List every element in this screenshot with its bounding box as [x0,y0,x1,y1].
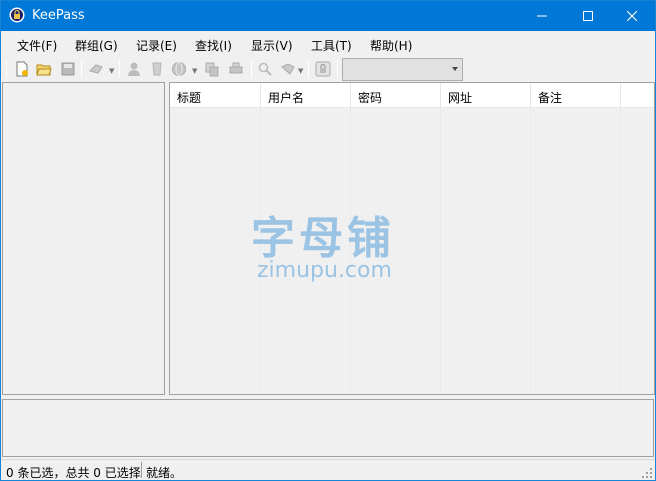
toolbar-grip [6,60,7,78]
add-entry-dropdown-icon[interactable]: ▼ [109,67,114,75]
toolbar-separator [337,60,338,78]
menu-tools[interactable]: 工具(T) [311,37,352,54]
column-header-title[interactable]: 标题 [170,83,261,108]
menu-find[interactable]: 查找(I) [195,37,232,54]
entry-list-pane[interactable]: 标题 用户名 密码 网址 备注 [169,82,655,395]
toolbar-separator [119,60,120,78]
column-header-label: 网址 [448,91,473,105]
new-database-icon[interactable] [12,59,32,79]
save-icon[interactable] [58,59,78,79]
chevron-down-icon[interactable] [452,67,458,71]
column-header-notes[interactable]: 备注 [531,83,621,108]
watermark-url: zimupu.com [257,258,392,283]
menu-help[interactable]: 帮助(H) [370,37,412,54]
ready-status: 就绪。 [146,466,183,480]
lock-icon[interactable] [313,59,333,79]
status-bar: 0 条已选，总共 0 已选择 就绪。 [1,459,655,480]
toolbar-separator [251,60,252,78]
entry-details-pane[interactable] [2,399,654,457]
window-title: KeePass [32,8,85,23]
keepass-logo-icon [9,7,25,23]
column-header-username[interactable]: 用户名 [261,83,351,108]
copy-username-icon[interactable] [124,59,144,79]
open-url-icon[interactable] [169,59,189,79]
column-header-password[interactable]: 密码 [351,83,441,108]
open-url-dropdown-icon[interactable]: ▼ [192,67,197,75]
keepass-window: KeePass 文件(F) 群组(G) 记录(E) 查找(I) 显示(V) 工具… [0,0,656,481]
menu-entry[interactable]: 记录(E) [136,37,177,54]
copy-password-icon[interactable] [147,59,167,79]
resize-grip-icon[interactable] [642,467,652,478]
selection-status: 0 条已选，总共 0 已选择 [6,466,141,480]
column-header-label: 标题 [177,91,202,105]
add-entry-icon[interactable] [86,59,106,79]
menu-group[interactable]: 群组(G) [75,37,118,54]
column-header-label: 备注 [538,91,563,105]
perform-autotype-icon[interactable] [226,59,246,79]
menu-file[interactable]: 文件(F) [17,37,57,54]
title-bar[interactable]: KeePass [1,1,655,31]
column-header-filler [621,83,654,108]
show-entries-dropdown-icon[interactable]: ▼ [298,67,303,75]
copy-entry-icon[interactable] [202,59,222,79]
find-icon[interactable] [255,59,275,79]
open-database-icon[interactable] [34,59,54,79]
column-gridline [620,108,621,394]
maximize-button[interactable] [565,1,611,31]
show-entries-icon[interactable] [278,59,298,79]
toolbar-separator [81,60,82,78]
menu-bar: 文件(F) 群组(G) 记录(E) 查找(I) 显示(V) 工具(T) 帮助(H… [1,32,655,56]
close-button[interactable] [609,1,655,31]
column-header-label: 用户名 [268,91,305,105]
minimize-button[interactable] [519,1,565,31]
column-header-label: 密码 [358,91,383,105]
quick-find-combobox[interactable] [342,58,463,81]
menu-view[interactable]: 显示(V) [251,37,293,54]
column-gridline [440,108,441,394]
status-separator [141,462,142,478]
toolbar: ▼ ▼ ▼ [1,56,655,82]
watermark-text: 字母铺 [251,213,395,264]
group-tree-pane[interactable] [2,82,165,395]
column-header-url[interactable]: 网址 [441,83,531,108]
toolbar-separator [308,60,309,78]
column-gridline [530,108,531,394]
